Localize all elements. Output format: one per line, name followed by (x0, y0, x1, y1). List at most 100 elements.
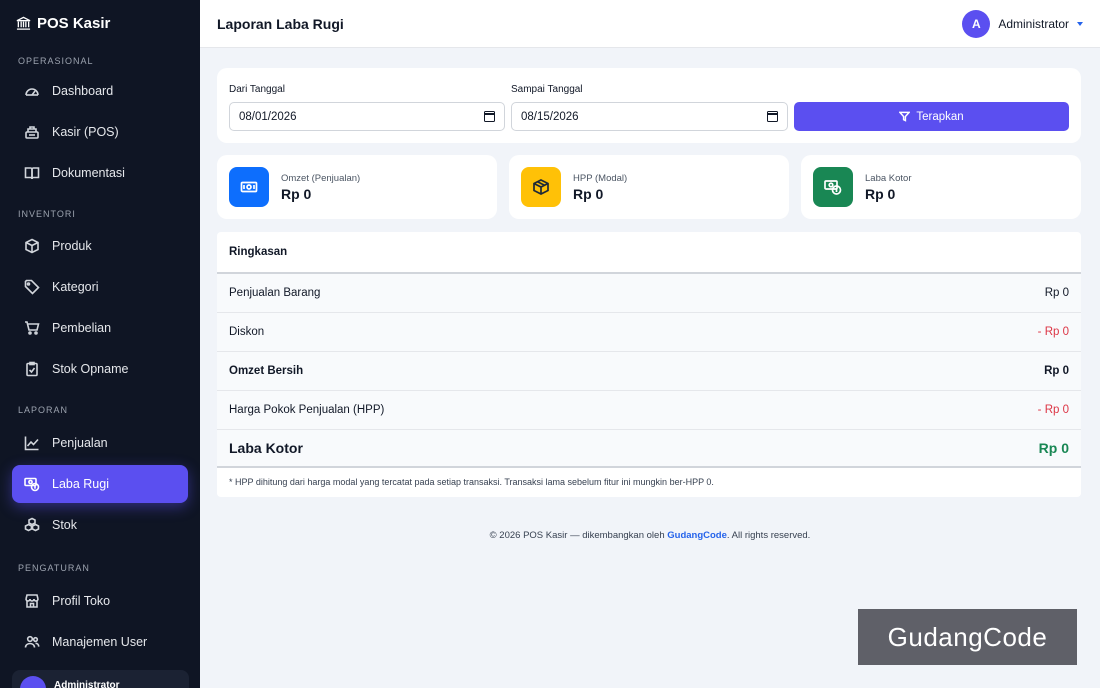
sidebar-item-label: Penjualan (52, 436, 108, 450)
summary-row-value: - Rp 0 (1037, 326, 1069, 338)
cash-register-icon (25, 126, 39, 139)
from-date-value: 08/01/2026 (239, 110, 297, 123)
stat-value: Rp 0 (281, 185, 312, 202)
sidebar-user-card[interactable]: Administrator (12, 670, 189, 688)
summary-row-label: Omzet Bersih (229, 365, 304, 377)
sidebar-item-label: Kategori (52, 280, 99, 294)
funnel-icon (899, 111, 911, 122)
caret-down-icon (1077, 21, 1083, 26)
summary-row-label: Diskon (229, 326, 265, 338)
stat-icon-box (229, 167, 269, 207)
stat-card-laba-kotor: Laba Kotor Rp 0 (801, 155, 1081, 219)
cash-coin-icon (824, 180, 842, 195)
sidebar-item-label: Kasir (POS) (52, 125, 119, 139)
to-date-label: Sampai Tanggal (511, 84, 583, 95)
sidebar-item-label: Laba Rugi (52, 477, 109, 491)
page-title: Laporan Laba Rugi (217, 15, 344, 32)
summary-row-value: Rp 0 (1038, 440, 1069, 456)
section-title-operasional: OPERASIONAL (18, 56, 94, 66)
summary-row: Penjualan Barang Rp 0 (217, 274, 1081, 313)
summary-row-value: - Rp 0 (1037, 404, 1069, 416)
cash-coin-icon (24, 477, 40, 492)
stat-value: Rp 0 (573, 185, 604, 202)
boxes-icon (24, 517, 40, 532)
box-icon (533, 179, 549, 195)
gauge-icon (25, 88, 39, 96)
summary-row-label: Harga Pokok Penjualan (HPP) (229, 404, 385, 416)
sidebar-item-stok[interactable]: Stok (12, 506, 188, 544)
summary-row-value: Rp 0 (1044, 365, 1069, 377)
sidebar-item-label: Dokumentasi (52, 166, 125, 180)
summary-total-row: Laba Kotor Rp 0 (217, 430, 1081, 468)
stat-value: Rp 0 (865, 185, 896, 202)
sidebar: POS Kasir OPERASIONAL Dashboard Kasir (P… (0, 0, 200, 688)
line-chart-icon (24, 436, 39, 451)
cart-icon (25, 321, 40, 335)
footer-suffix: . All rights reserved. (726, 530, 811, 541)
summary-row: Diskon - Rp 0 (217, 313, 1081, 352)
brand-name: POS Kasir (37, 14, 111, 32)
sidebar-item-profil-toko[interactable]: Profil Toko (12, 582, 188, 620)
user-menu[interactable]: A Administrator (962, 9, 1083, 38)
date-filter-card: Dari Tanggal 08/01/2026 Sampai Tanggal 0… (217, 68, 1081, 143)
sidebar-item-pembelian[interactable]: Pembelian (12, 309, 188, 347)
sidebar-item-label: Profil Toko (52, 594, 111, 608)
sidebar-item-laba-rugi[interactable]: Laba Rugi (12, 465, 188, 503)
section-title-pengaturan: PENGATURAN (18, 563, 90, 573)
sidebar-item-label: Stok (52, 518, 78, 532)
section-title-inventori: INVENTORI (18, 209, 76, 219)
avatar (20, 676, 46, 688)
sidebar-item-manajemen-user[interactable]: Manajemen User (12, 623, 188, 661)
sidebar-item-label: Stok Opname (52, 362, 129, 376)
box-icon (25, 238, 39, 254)
sidebar-user-name: Administrator (54, 680, 120, 688)
summary-row-label: Penjualan Barang (229, 287, 321, 299)
apply-button-label: Terapkan (916, 110, 964, 123)
stat-icon-box (813, 167, 853, 207)
from-date-label: Dari Tanggal (229, 84, 285, 95)
tag-icon (24, 279, 40, 295)
stat-label: HPP (Modal) (573, 172, 628, 184)
to-date-input[interactable]: 08/15/2026 (511, 102, 788, 131)
book-icon (24, 167, 40, 180)
stat-label: Omzet (Penjualan) (281, 172, 361, 184)
calendar-icon[interactable] (484, 111, 495, 122)
stat-icon-box (521, 167, 561, 207)
summary-row-label: Laba Kotor (229, 440, 303, 456)
footer-prefix: © 2026 POS Kasir — dikembangkan oleh (489, 530, 668, 541)
summary-row: Harga Pokok Penjualan (HPP) - Rp 0 (217, 391, 1081, 430)
calendar-icon[interactable] (767, 111, 778, 122)
clipboard-check-icon (26, 361, 38, 377)
sidebar-item-stok-opname[interactable]: Stok Opname (12, 350, 188, 388)
stat-card-omzet: Omzet (Penjualan) Rp 0 (217, 155, 497, 219)
from-date-input[interactable]: 08/01/2026 (229, 102, 505, 131)
brand[interactable]: POS Kasir (0, 0, 200, 46)
sidebar-item-produk[interactable]: Produk (12, 227, 188, 265)
sidebar-item-dokumentasi[interactable]: Dokumentasi (12, 154, 188, 192)
cash-icon (240, 181, 258, 193)
topbar: Laporan Laba Rugi A Administrator (200, 0, 1100, 48)
footer-link[interactable]: GudangCode (667, 530, 727, 541)
user-name: Administrator (998, 16, 1069, 31)
sidebar-item-kasir[interactable]: Kasir (POS) (12, 113, 188, 151)
people-icon (24, 635, 40, 648)
apply-button[interactable]: Terapkan (794, 102, 1069, 131)
stat-card-hpp: HPP (Modal) Rp 0 (509, 155, 789, 219)
watermark: GudangCode (858, 609, 1077, 665)
avatar: A (962, 9, 991, 38)
shop-icon (25, 594, 39, 608)
summary-note: * HPP dihitung dari harga modal yang ter… (217, 468, 1081, 496)
sidebar-item-kategori[interactable]: Kategori (12, 268, 188, 306)
footer: © 2026 POS Kasir — dikembangkan oleh Gud… (200, 530, 1100, 541)
bank-icon (16, 16, 31, 30)
sidebar-item-penjualan[interactable]: Penjualan (12, 424, 188, 462)
sidebar-item-label: Produk (52, 239, 92, 253)
to-date-value: 08/15/2026 (521, 110, 579, 123)
summary-row: Omzet Bersih Rp 0 (217, 352, 1081, 391)
sidebar-item-dashboard[interactable]: Dashboard (12, 72, 188, 110)
summary-title: Ringkasan (217, 232, 1081, 274)
section-title-laporan: LAPORAN (18, 405, 69, 415)
stat-label: Laba Kotor (865, 172, 912, 184)
summary-row-value: Rp 0 (1044, 287, 1069, 299)
summary-card: Ringkasan Penjualan Barang Rp 0 Diskon -… (217, 232, 1081, 497)
